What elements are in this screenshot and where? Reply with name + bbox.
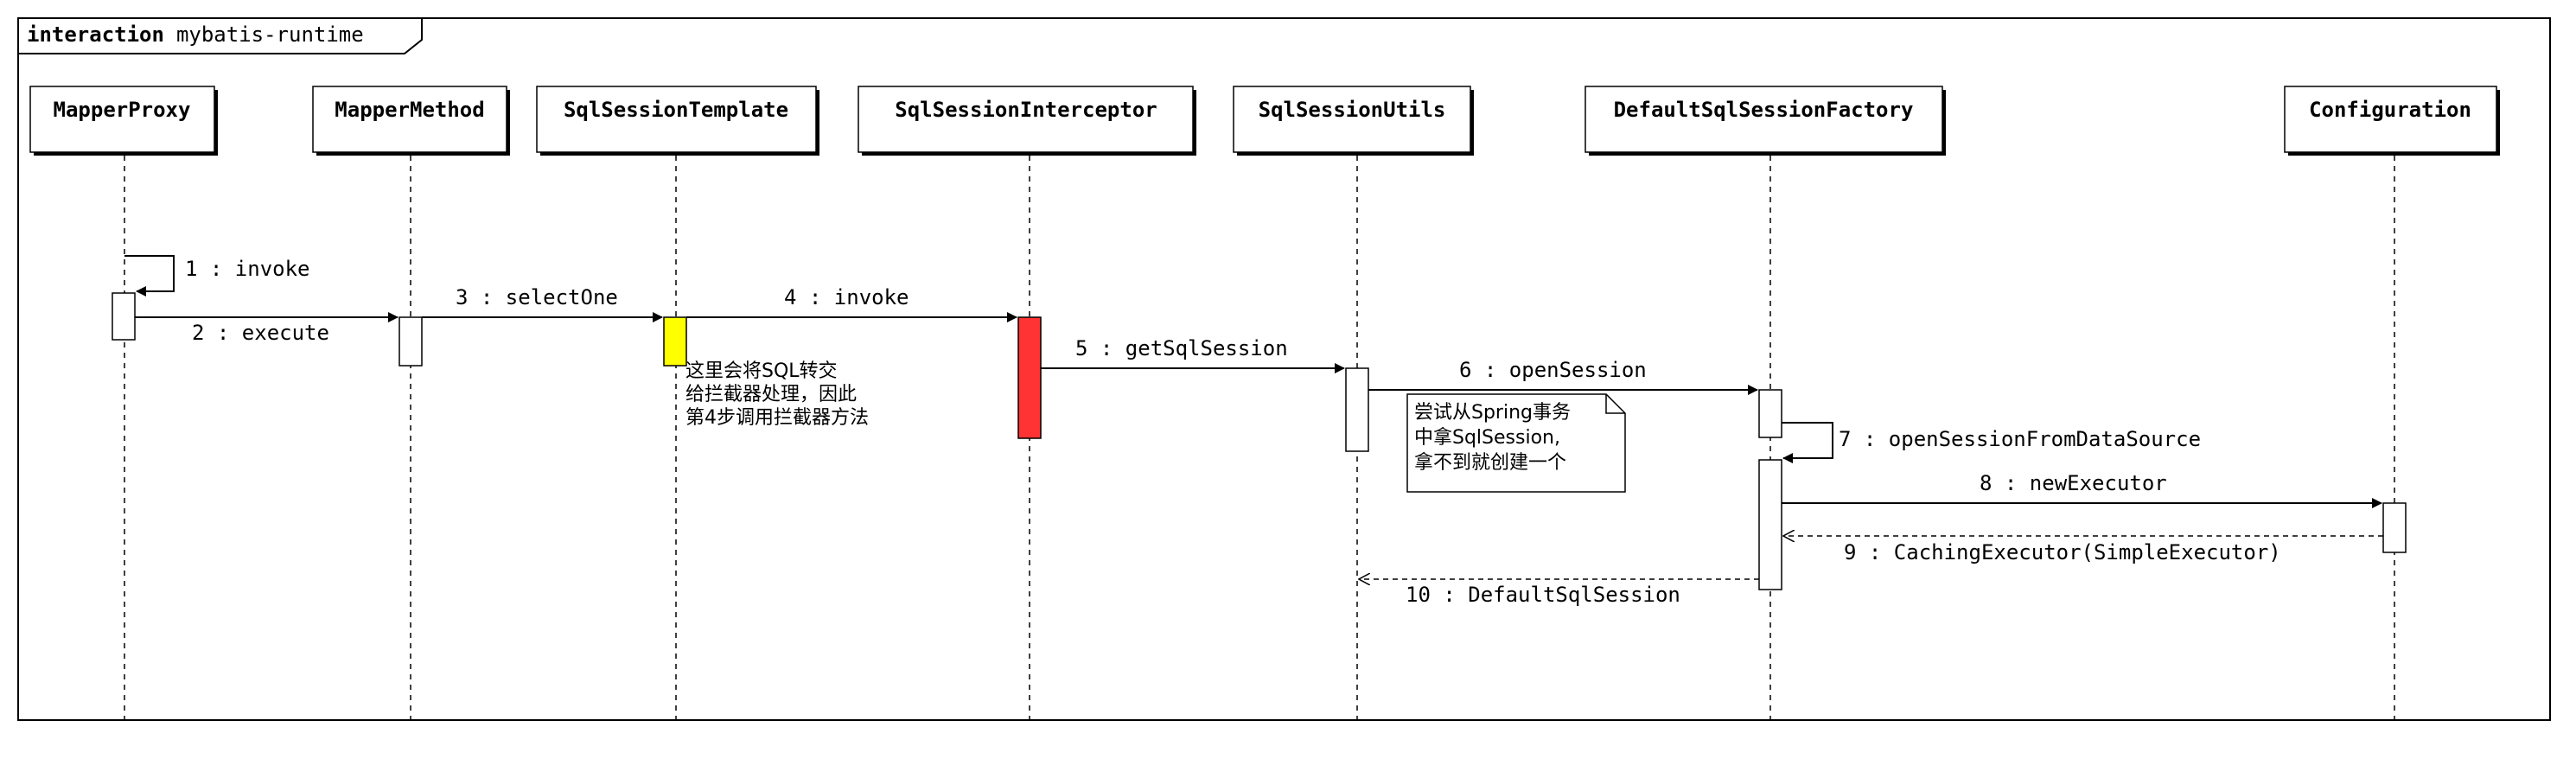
participant-label: MapperMethod (335, 98, 484, 122)
frame-keyword: interaction (27, 22, 164, 47)
participant-label: Configuration (2309, 98, 2471, 122)
message-label-8: 8 : newExecutor (1980, 471, 2167, 495)
frame-name: mybatis-runtime (176, 22, 364, 47)
activation-factory-open-session (1758, 389, 1782, 438)
activation-configuration (2382, 502, 2407, 553)
message-label-5: 5 : getSqlSession (1075, 336, 1288, 360)
message-label-7: 7 : openSessionFromDataSource (1839, 427, 2201, 451)
message-labels: 1 : invoke 2 : execute 3 : selectOne 4 :… (185, 257, 2281, 607)
message-label-1: 1 : invoke (185, 257, 310, 281)
activation-sql-session-utils (1345, 367, 1369, 452)
activation-mapper-method (399, 316, 423, 367)
message-arrow-1 (124, 255, 175, 297)
message-label-6: 6 : openSession (1459, 358, 1647, 382)
participant-label: MapperProxy (54, 98, 191, 122)
activation-sql-session-interceptor (1017, 316, 1042, 439)
note-line: 拿不到就创建一个 (1414, 451, 1566, 474)
frame-title: interaction mybatis-runtime (27, 22, 364, 47)
note-template: 这里会将SQL转交 给拦截器处理，因此 第4步调用拦截器方法 (685, 360, 869, 429)
message-label-3: 3 : selectOne (456, 285, 618, 309)
participants: MapperProxy MapperMethod SqlSessionTempl… (29, 86, 2500, 156)
participant-label: SqlSessionTemplate (564, 98, 788, 122)
note-line: 给拦截器处理，因此 (685, 384, 857, 405)
note-line: 第4步调用拦截器方法 (685, 407, 869, 429)
note-line: 尝试从Spring事务 (1414, 402, 1571, 424)
note-sql-session-utils: 尝试从Spring事务 中拿SqlSession, 拿不到就创建一个 (1406, 393, 1626, 493)
participant-label: SqlSessionUtils (1259, 98, 1446, 122)
activation-mapper-proxy (112, 292, 136, 341)
activation-factory-open-from-datasource (1758, 459, 1782, 590)
message-label-10: 10 : DefaultSqlSession (1406, 583, 1680, 607)
note-line: 中拿SqlSession, (1414, 426, 1560, 449)
participant-label: DefaultSqlSessionFactory (1614, 98, 1914, 122)
message-label-9: 9 : CachingExecutor(SimpleExecutor) (1844, 540, 2281, 564)
participant-label: SqlSessionInterceptor (895, 98, 1157, 122)
message-label-2: 2 : execute (192, 321, 329, 345)
sequence-diagram: interaction mybatis-runtime MapperProxy M… (17, 17, 2551, 721)
message-label-4: 4 : invoke (784, 285, 909, 309)
message-arrow-7 (1782, 422, 1833, 463)
note-line: 这里会将SQL转交 (685, 360, 838, 382)
activation-sql-session-template (663, 316, 687, 367)
